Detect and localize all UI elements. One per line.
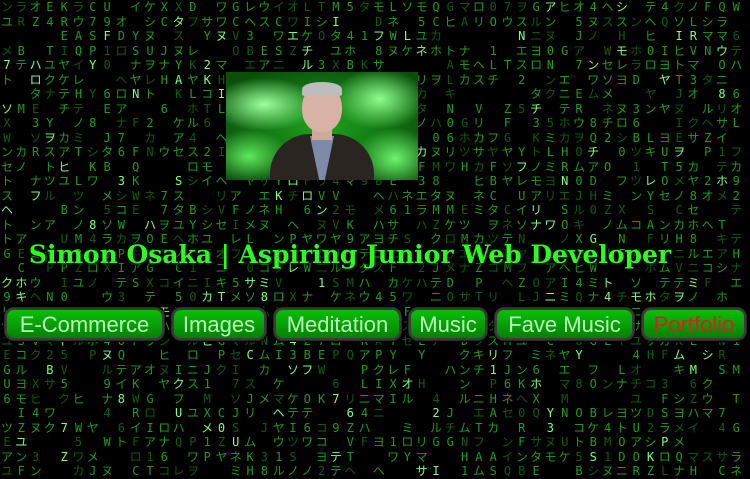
rain-column: W 6 テ ハ 6 オ L フ カ 9 2 テ テ H ナ エ A エ 1 M … xyxy=(730,0,743,478)
main-nav: E-Commerce Images Meditation Music Fave … xyxy=(0,307,750,343)
nav-images-button[interactable]: Images xyxy=(171,307,267,341)
page-title: Simon Osaka | Aspiring Junior Web Develo… xyxy=(28,240,672,269)
hair-shape xyxy=(302,82,342,96)
nav-meditation-button[interactable]: Meditation xyxy=(273,307,402,341)
nav-music-button[interactable]: Music xyxy=(408,307,488,341)
rain-column: Q ラ マ ウ O ニ 8 リ サ イ 1 テ ホ メ T キ ア シ ホ Z … xyxy=(715,0,728,479)
profile-photo xyxy=(226,72,418,180)
nav-ecommerce-button[interactable]: E-Commerce xyxy=(4,307,165,341)
rain-column: F シ マ N タ ル ヘ Z P 2 オ ヘ エ コ F ヌ シ ク ウ マ … xyxy=(701,0,714,479)
nav-fave-music-button[interactable]: Fave Music xyxy=(494,307,635,341)
nav-portfolio-button[interactable]: Portfolio xyxy=(641,307,747,341)
